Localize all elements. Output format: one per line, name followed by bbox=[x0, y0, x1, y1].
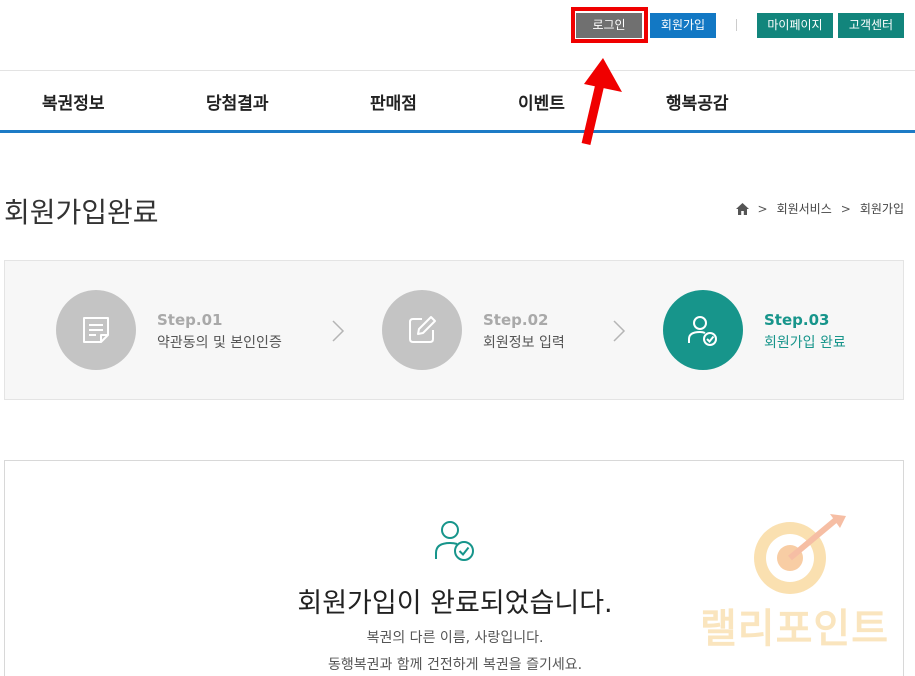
chevron-right-icon bbox=[613, 320, 626, 342]
step-1-label: 약관동의 및 본인인증 bbox=[157, 335, 282, 351]
step-2-circle bbox=[382, 290, 462, 370]
target-logo-icon bbox=[754, 514, 846, 594]
step-2-label: 회원정보 입력 bbox=[483, 335, 565, 351]
nav-item-stores[interactable]: 판매점 bbox=[370, 89, 417, 114]
customer-center-button[interactable]: 고객센터 bbox=[838, 13, 904, 38]
chevron-right-icon: > bbox=[840, 201, 851, 216]
utility-divider bbox=[736, 19, 737, 31]
complete-message-line-2: 동행복권과 함께 건전하게 복권을 즐기세요. bbox=[327, 657, 583, 673]
step-2-number: Step.02 bbox=[483, 311, 549, 329]
nav-item-lottery-info[interactable]: 복권정보 bbox=[42, 89, 105, 114]
breadcrumb-item-member-service[interactable]: 회원서비스 bbox=[777, 200, 832, 217]
breadcrumb-item-join: 회원가입 bbox=[859, 202, 904, 216]
edit-icon bbox=[409, 316, 436, 343]
watermark: 랠리포인트 bbox=[690, 512, 900, 652]
user-check-icon bbox=[435, 521, 474, 561]
nav-item-winning-results[interactable]: 당첨결과 bbox=[206, 89, 269, 114]
home-icon[interactable] bbox=[735, 202, 749, 215]
signup-steps: Step.01 약관동의 및 본인인증 Step.02 회원정보 입력 Step… bbox=[4, 260, 904, 400]
user-check-icon bbox=[688, 316, 717, 346]
page-title: 회원가입완료 bbox=[4, 196, 159, 229]
step-3-number: Step.03 bbox=[764, 311, 830, 329]
login-highlight-box bbox=[571, 7, 648, 43]
red-arrow-annotation bbox=[581, 58, 622, 146]
mypage-button[interactable]: 마이페이지 bbox=[757, 13, 833, 38]
nav-item-happy-share[interactable]: 행복공감 bbox=[666, 89, 729, 114]
document-icon bbox=[83, 317, 109, 343]
step-1-number: Step.01 bbox=[157, 311, 223, 329]
join-button[interactable]: 회원가입 bbox=[650, 13, 716, 38]
chevron-right-icon bbox=[332, 320, 345, 342]
top-utility-bar: 로그인 회원가입 마이페이지 고객센터 bbox=[0, 0, 915, 70]
step-3-label: 회원가입 완료 bbox=[764, 335, 846, 351]
watermark-text: 랠리포인트 bbox=[700, 606, 889, 652]
main-navigation: 복권정보 당첨결과 판매점 이벤트 행복공감 bbox=[0, 70, 915, 133]
step-1-circle bbox=[56, 290, 136, 370]
step-3-circle bbox=[663, 290, 743, 370]
chevron-right-icon: > bbox=[757, 201, 768, 216]
nav-item-events[interactable]: 이벤트 bbox=[518, 89, 565, 114]
breadcrumb: > 회원서비스 > 회원가입 bbox=[735, 200, 904, 217]
